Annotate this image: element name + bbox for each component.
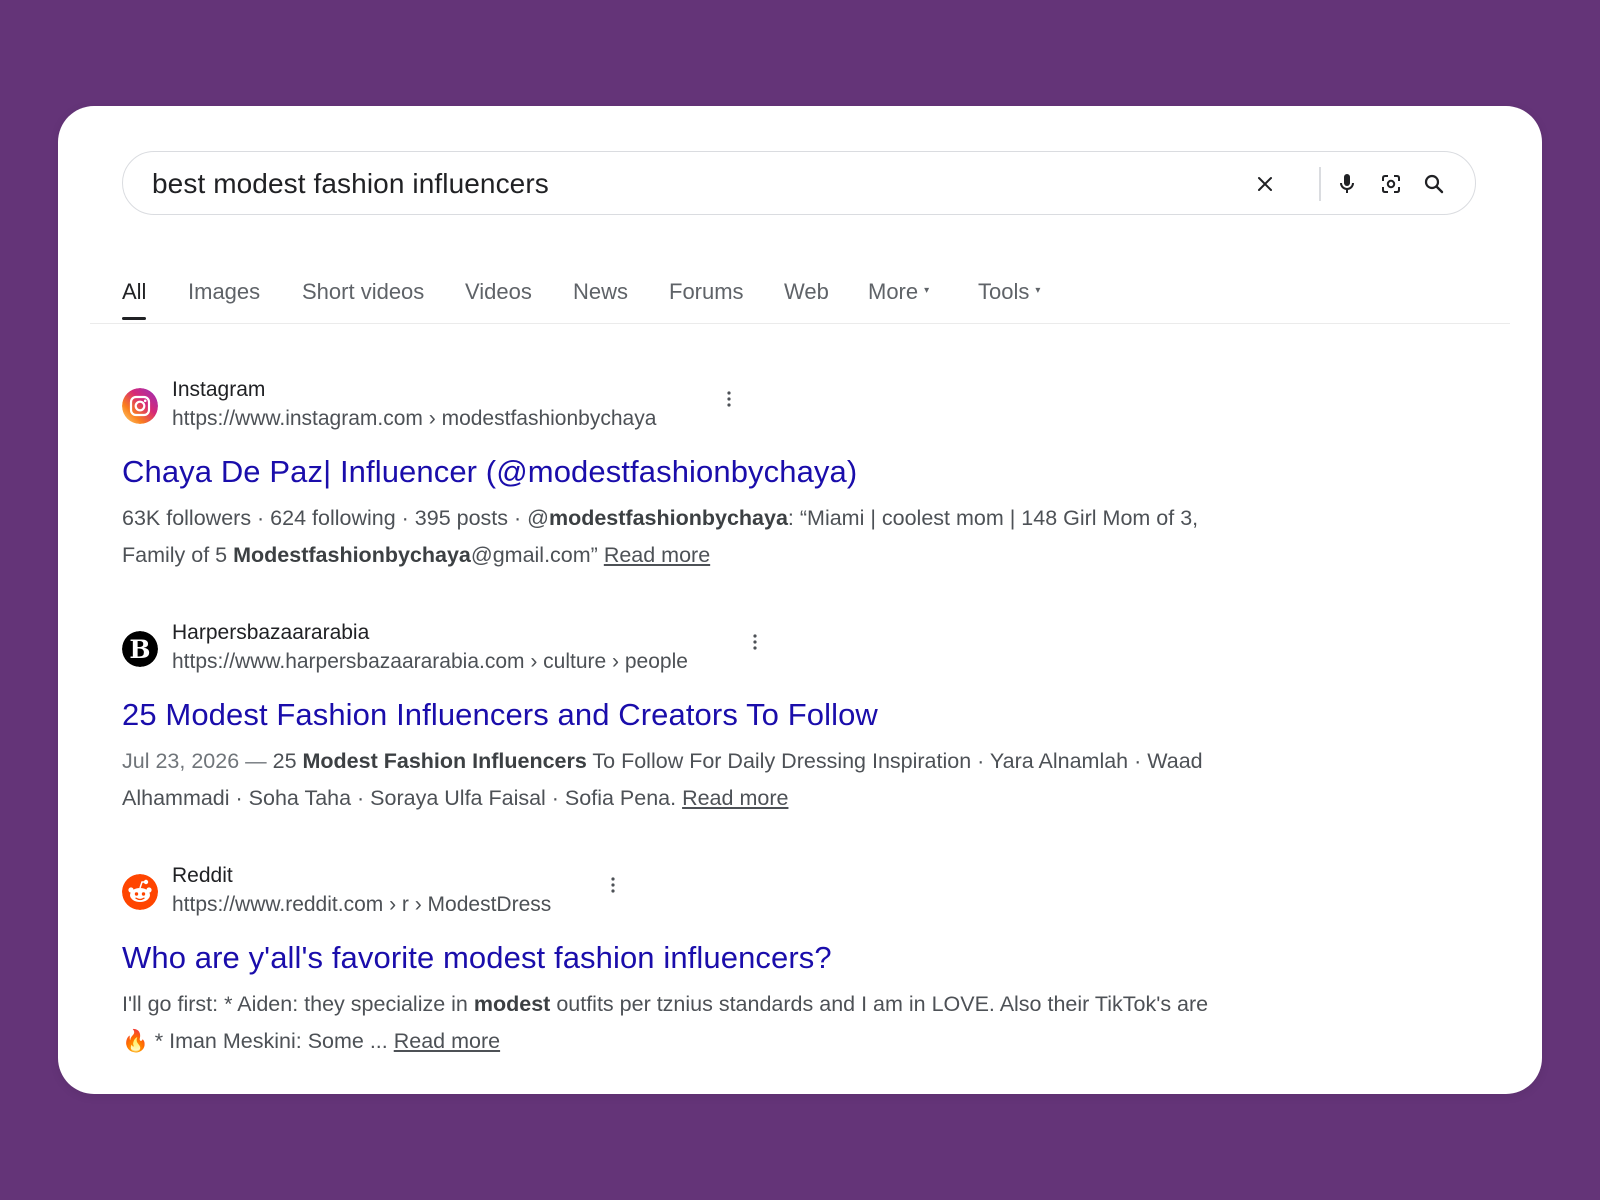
read-more-link[interactable]: Read more <box>394 1029 500 1053</box>
search-icon[interactable] <box>1418 168 1450 200</box>
result-title-link[interactable]: Who are y'all's favorite modest fashion … <box>122 940 832 976</box>
tab-videos[interactable]: Videos <box>465 274 532 314</box>
snippet-highlight: Modest Fashion Influencers <box>302 749 587 773</box>
search-results-card: best modest fashion influencers All Imag… <box>58 106 1542 1094</box>
tab-news[interactable]: News <box>573 274 628 314</box>
more-options-icon[interactable] <box>719 384 739 414</box>
site-name[interactable]: Reddit <box>172 864 233 888</box>
read-more-link[interactable]: Read more <box>604 543 710 567</box>
search-input[interactable]: best modest fashion influencers <box>152 152 549 216</box>
snippet-text: I'll go first: * Aiden: they specialize … <box>122 992 474 1016</box>
instagram-icon <box>122 388 158 424</box>
snippet-highlight: Modestfashionbychaya <box>233 543 471 567</box>
snippet-text: 63K followers · 624 following · 395 post… <box>122 506 549 530</box>
read-more-link[interactable]: Read more <box>682 786 788 810</box>
tab-label: News <box>573 279 629 304</box>
lens-icon[interactable] <box>1375 168 1407 200</box>
site-url[interactable]: https://www.reddit.com › r › ModestDress <box>172 893 551 917</box>
tab-label: All <box>122 279 147 304</box>
result-snippet: Jul 23, 2026 — 25 Modest Fashion Influen… <box>122 743 1232 817</box>
snippet-text: outfits per tznius standards and I am in… <box>550 992 1209 1016</box>
site-url[interactable]: https://www.harpersbazaararabia.com › cu… <box>172 650 688 674</box>
reddit-icon <box>122 874 158 910</box>
search-bar[interactable]: best modest fashion influencers <box>122 151 1476 215</box>
tab-label: Images <box>188 279 261 304</box>
snippet-text: * Iman Meskini: Some ... <box>148 1029 394 1053</box>
tab-all[interactable]: All <box>122 274 147 320</box>
site-name[interactable]: Harpersbazaararabia <box>172 621 369 645</box>
snippet-text: 25 <box>272 749 303 773</box>
site-name[interactable]: Instagram <box>172 378 265 402</box>
caret-down-icon: ▾ <box>924 285 930 297</box>
fire-emoji-icon: 🔥 <box>122 1029 149 1053</box>
close-icon[interactable] <box>1249 168 1281 200</box>
microphone-icon[interactable] <box>1331 168 1363 200</box>
snippet-text: @gmail.com” <box>470 543 604 567</box>
result-title-link[interactable]: 25 Modest Fashion Influencers and Creato… <box>122 697 878 733</box>
tab-label: Tools <box>978 279 1030 304</box>
snippet-highlight: modestfashionbychaya <box>548 506 788 530</box>
svg-text:B: B <box>129 635 150 664</box>
result-title-link[interactable]: Chaya De Paz| Influencer (@modestfashion… <box>122 454 857 490</box>
site-url[interactable]: https://www.instagram.com › modestfashio… <box>172 407 656 431</box>
search-bar-divider <box>1319 167 1321 201</box>
tab-forums[interactable]: Forums <box>669 274 744 314</box>
tab-web[interactable]: Web <box>784 274 829 314</box>
result-snippet: 63K followers · 624 following · 395 post… <box>122 500 1232 574</box>
caret-down-icon: ▾ <box>1035 285 1041 297</box>
tab-label: Web <box>784 279 829 304</box>
harpers-bazaar-icon: B <box>122 631 158 667</box>
result-date: Jul 23, 2026 — <box>122 749 273 773</box>
search-tabs: All Images Short videos Videos News Foru… <box>122 274 1522 322</box>
tab-short-videos[interactable]: Short videos <box>302 274 424 314</box>
tab-more[interactable]: More ▾ <box>868 274 929 314</box>
more-options-icon[interactable] <box>603 870 623 900</box>
tab-images[interactable]: Images <box>188 274 260 314</box>
tab-label: Forums <box>669 279 744 304</box>
snippet-highlight: modest <box>473 992 551 1016</box>
tab-label: More <box>868 279 919 304</box>
tab-tools[interactable]: Tools ▾ <box>978 274 1040 314</box>
active-tab-indicator <box>122 317 147 320</box>
tab-label: Videos <box>465 279 532 304</box>
more-options-icon[interactable] <box>745 627 765 657</box>
tabs-divider <box>90 323 1510 324</box>
result-snippet: I'll go first: * Aiden: they specialize … <box>122 986 1232 1060</box>
tab-label: Short videos <box>302 279 425 304</box>
